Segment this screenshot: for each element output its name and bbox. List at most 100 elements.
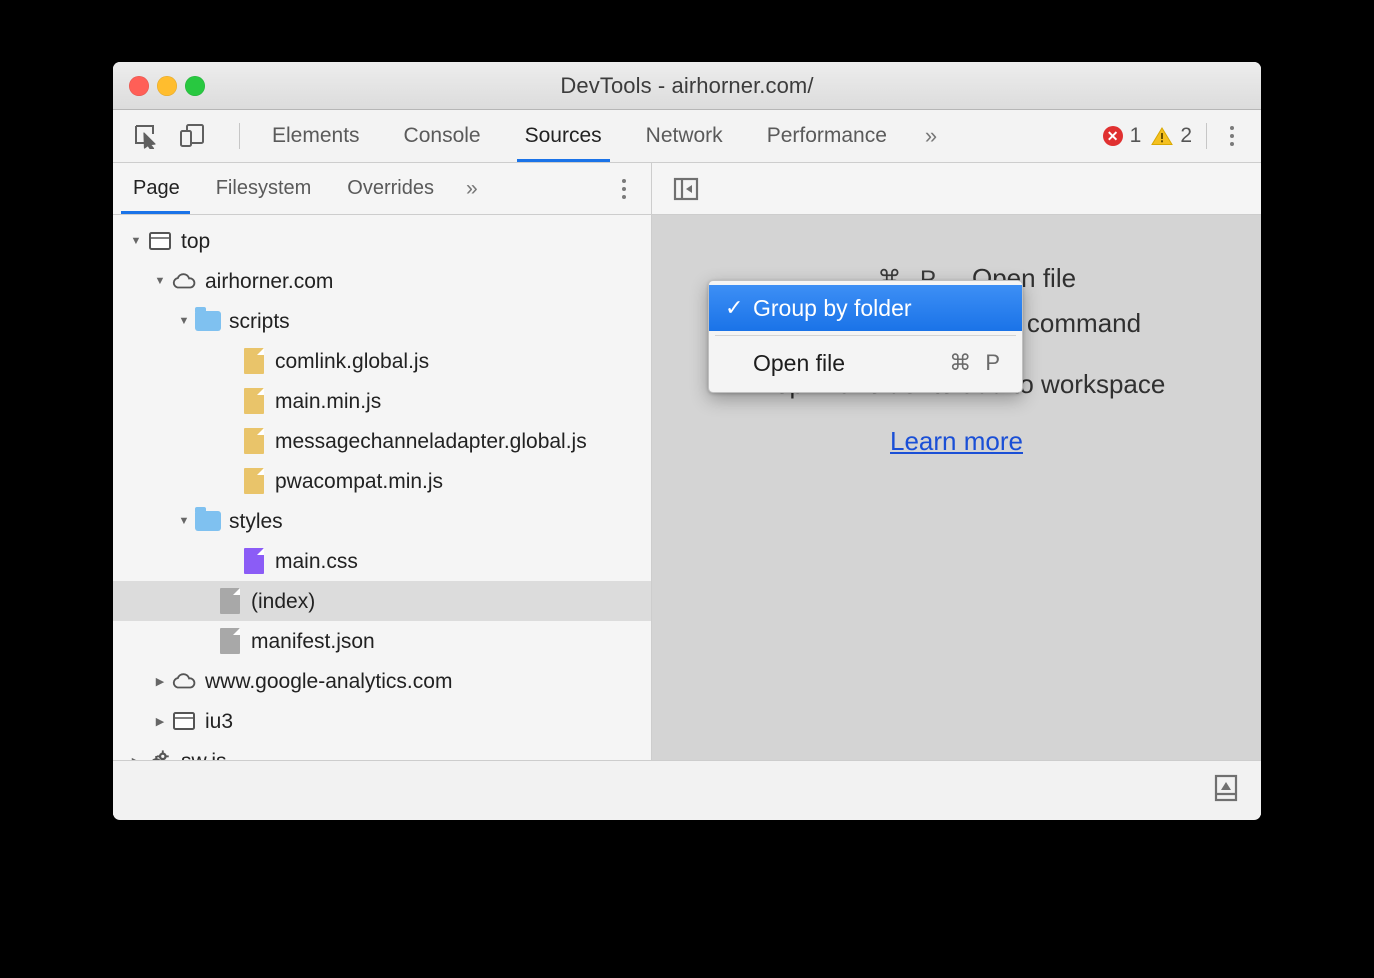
tree-row-label: sw.js (181, 751, 227, 761)
subtab-overrides-label: Overrides (347, 177, 434, 200)
main-tab-list: Elements Console Sources Network Perform… (250, 110, 953, 162)
tab-performance-label: Performance (767, 124, 887, 148)
navigator-toolbar: Page Filesystem Overrides » (113, 163, 1261, 215)
warning-counter[interactable]: 2 (1151, 124, 1192, 148)
tree-row-label: main.css (275, 551, 358, 572)
twisty-open-icon[interactable]: ▼ (149, 275, 171, 287)
device-toolbar-icon[interactable] (177, 121, 207, 151)
show-navigator-icon[interactable] (672, 176, 700, 202)
tree-row-label: comlink.global.js (275, 351, 429, 372)
tab-elements[interactable]: Elements (250, 110, 382, 162)
tree-row-label: main.min.js (275, 391, 381, 412)
tree-row[interactable]: pwacompat.min.js (113, 461, 651, 501)
sources-panel-body: ▼ top ▼ airhorner.com ▼ scripts (113, 215, 1261, 760)
subtab-overrides[interactable]: Overrides (329, 163, 452, 214)
tree-row[interactable]: main.min.js (113, 381, 651, 421)
tree-row[interactable]: ▶ www.google-analytics.com (113, 661, 651, 701)
navigator-more-options-kebab-icon[interactable] (611, 163, 637, 214)
twisty-open-icon[interactable]: ▼ (173, 515, 195, 527)
error-count: 1 (1130, 124, 1142, 148)
inspect-element-icon[interactable] (131, 121, 161, 151)
status-bar (113, 760, 1261, 815)
twisty-closed-icon[interactable]: ▶ (149, 715, 171, 728)
error-counter[interactable]: ✕ 1 (1103, 124, 1142, 148)
tree-row[interactable]: (index) (113, 581, 651, 621)
toolbar-right-group: ✕ 1 2 (1103, 121, 1261, 151)
tree-row-label: messagechanneladapter.global.js (275, 431, 587, 452)
toolbar-divider (239, 123, 240, 149)
tab-console-label: Console (404, 124, 481, 148)
navigator-kebab-dots (611, 174, 637, 204)
menu-item-group-by-folder[interactable]: ✓ Group by folder (709, 285, 1022, 331)
tab-console[interactable]: Console (382, 110, 503, 162)
tab-network[interactable]: Network (624, 110, 745, 162)
editor-toolbar (652, 163, 1261, 215)
subtab-filesystem[interactable]: Filesystem (198, 163, 330, 214)
minimize-window-button[interactable] (157, 76, 177, 96)
menu-item-open-file[interactable]: Open file ⌘ P (709, 340, 1022, 386)
warning-icon (1151, 126, 1173, 146)
subtab-filesystem-label: Filesystem (216, 177, 312, 200)
tree-row-label: top (181, 231, 210, 252)
toolbar-right-divider (1206, 123, 1207, 149)
tree-row-label: styles (229, 511, 283, 532)
navigator-context-menu[interactable]: ✓ Group by folder Open file ⌘ P (708, 280, 1023, 393)
window-title: DevTools - airhorner.com/ (560, 73, 813, 99)
more-tabs-chevron-icon[interactable]: » (909, 110, 953, 162)
more-subtabs-label: » (466, 177, 478, 201)
tree-row-label: (index) (251, 591, 315, 612)
maximize-window-button[interactable] (185, 76, 205, 96)
tree-row[interactable]: ▼ top (113, 221, 651, 261)
tree-row-label: scripts (229, 311, 290, 332)
javascript-file-icon (241, 348, 267, 374)
tree-row[interactable]: ▶ sw.js (113, 741, 651, 760)
tab-elements-label: Elements (272, 124, 360, 148)
twisty-closed-icon[interactable]: ▶ (125, 755, 147, 761)
tree-row-label: iu3 (205, 711, 233, 732)
tree-row[interactable]: ▼ styles (113, 501, 651, 541)
traffic-lights (129, 76, 205, 96)
tree-row[interactable]: manifest.json (113, 621, 651, 661)
service-worker-gears-icon (147, 748, 173, 760)
tab-sources[interactable]: Sources (503, 110, 624, 162)
twisty-closed-icon[interactable]: ▶ (149, 675, 171, 688)
tab-sources-label: Sources (525, 124, 602, 148)
frame-icon (171, 711, 197, 731)
file-navigator-tree[interactable]: ▼ top ▼ airhorner.com ▼ scripts (113, 215, 652, 760)
cloud-icon (171, 271, 197, 291)
folder-icon (195, 311, 221, 331)
twisty-open-icon[interactable]: ▼ (173, 315, 195, 327)
show-drawer-icon[interactable] (1213, 773, 1239, 803)
tree-row[interactable]: comlink.global.js (113, 341, 651, 381)
error-icon: ✕ (1103, 126, 1123, 146)
javascript-file-icon (241, 468, 267, 494)
folder-icon (195, 511, 221, 531)
subtab-page-label: Page (133, 177, 180, 200)
tab-network-label: Network (646, 124, 723, 148)
twisty-open-icon[interactable]: ▼ (125, 235, 147, 247)
tab-performance[interactable]: Performance (745, 110, 909, 162)
close-window-button[interactable] (129, 76, 149, 96)
devtools-settings-kebab-icon[interactable] (1219, 121, 1245, 151)
cloud-icon (171, 671, 197, 691)
learn-more-link[interactable]: Learn more (890, 426, 1023, 457)
subtab-page[interactable]: Page (113, 163, 198, 214)
menu-separator (715, 335, 1016, 336)
more-tabs-label: » (925, 123, 937, 149)
tree-row-label: pwacompat.min.js (275, 471, 443, 492)
window-titlebar: DevTools - airhorner.com/ (113, 62, 1261, 110)
tree-row[interactable]: messagechanneladapter.global.js (113, 421, 651, 461)
main-toolbar: Elements Console Sources Network Perform… (113, 110, 1261, 163)
menu-item-group-by-folder-label: Group by folder (753, 295, 1004, 322)
menu-item-open-file-label: Open file (753, 350, 949, 377)
tree-row[interactable]: ▶ iu3 (113, 701, 651, 741)
tree-row[interactable]: ▼ airhorner.com (113, 261, 651, 301)
tree-row-label: www.google-analytics.com (205, 671, 452, 692)
tree-row[interactable]: main.css (113, 541, 651, 581)
tree-row-label: airhorner.com (205, 271, 333, 292)
navigator-tab-list: Page Filesystem Overrides » (113, 163, 652, 215)
tree-row[interactable]: ▼ scripts (113, 301, 651, 341)
more-subtabs-chevron-icon[interactable]: » (452, 163, 492, 214)
devtools-window: DevTools - airhorner.com/ Elements Conso… (113, 62, 1261, 820)
frame-icon (147, 231, 173, 251)
